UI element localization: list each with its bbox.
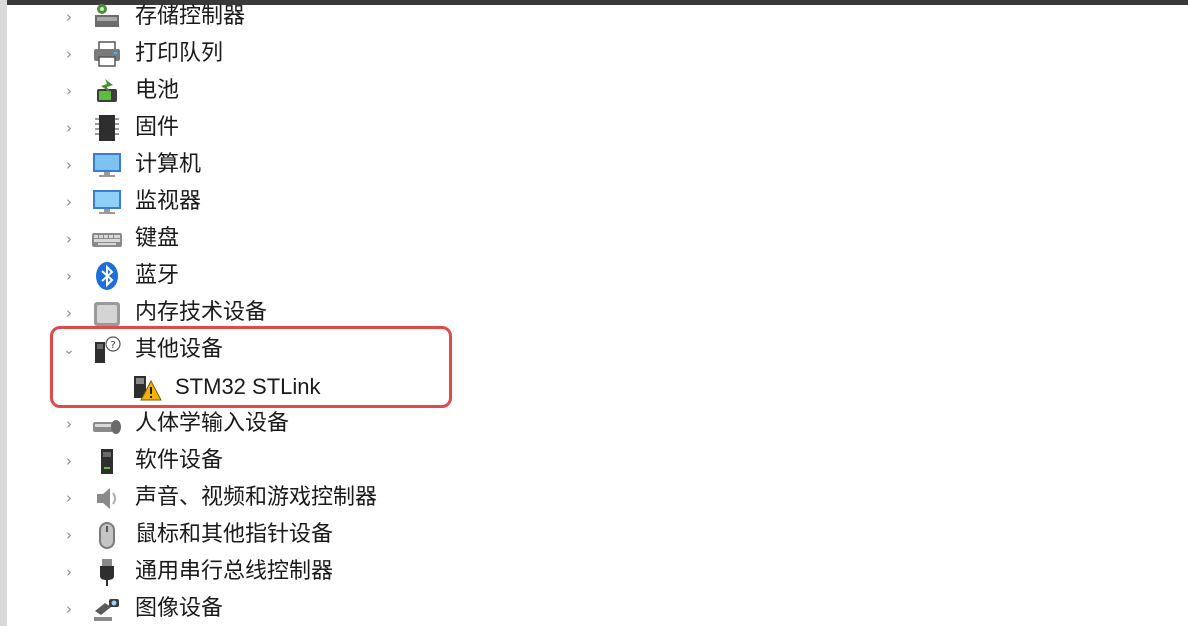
chevron-right-icon[interactable]: › xyxy=(62,600,76,618)
tree-item-keyboards[interactable]: › 键盘 xyxy=(0,220,1188,257)
printer-icon xyxy=(91,38,123,70)
chevron-right-icon[interactable]: › xyxy=(62,489,76,507)
chevron-right-icon[interactable]: › xyxy=(62,230,76,248)
chevron-right-icon[interactable]: › xyxy=(62,193,76,211)
chevron-right-icon[interactable]: › xyxy=(62,82,76,100)
tree-item-mice-pointing-devices[interactable]: › 鼠标和其他指针设备 xyxy=(0,516,1188,553)
chevron-right-icon[interactable]: › xyxy=(62,304,76,322)
computer-icon xyxy=(91,149,123,181)
tree-item-label: 存储控制器 xyxy=(135,4,246,29)
chevron-right-icon[interactable]: › xyxy=(62,156,76,174)
tree-item-batteries[interactable]: › 电池 xyxy=(0,72,1188,109)
tree-item-bluetooth[interactable]: › 蓝牙 xyxy=(0,257,1188,294)
tree-item-human-interface-devices[interactable]: › 人体学输入设备 xyxy=(0,405,1188,442)
chevron-right-icon[interactable]: › xyxy=(62,526,76,544)
tree-item-storage-controllers[interactable]: › 存储控制器 xyxy=(0,0,1188,35)
mouse-icon xyxy=(91,519,123,551)
chevron-right-icon[interactable]: › xyxy=(62,119,76,137)
tree-item-label: 鼠标和其他指针设备 xyxy=(135,522,334,547)
tree-item-label: 声音、视频和游戏控制器 xyxy=(135,485,378,510)
storage-controller-icon xyxy=(91,1,123,33)
tree-item-label: 监视器 xyxy=(135,189,202,214)
tree-item-label: 计算机 xyxy=(135,152,202,177)
tree-item-usb-controllers[interactable]: › 通用串行总线控制器 xyxy=(0,553,1188,590)
keyboard-icon xyxy=(91,223,123,255)
firmware-icon xyxy=(91,112,123,144)
monitor-icon xyxy=(91,186,123,218)
tree-item-label: 通用串行总线控制器 xyxy=(135,559,334,584)
chevron-right-icon[interactable]: › xyxy=(62,452,76,470)
tree-item-imaging-devices[interactable]: › 图像设备 xyxy=(0,590,1188,626)
tree-item-monitors[interactable]: › 监视器 xyxy=(0,183,1188,220)
tree-item-firmware[interactable]: › 固件 xyxy=(0,109,1188,146)
camera-icon xyxy=(91,593,123,625)
tree-item-label: 固件 xyxy=(135,115,180,140)
software-device-icon xyxy=(91,445,123,477)
tree-item-label: 人体学输入设备 xyxy=(135,411,290,436)
chevron-right-icon[interactable]: › xyxy=(62,563,76,581)
tree-item-label: 软件设备 xyxy=(135,448,224,473)
tree-item-label: 键盘 xyxy=(135,226,180,251)
tree-item-label: 电池 xyxy=(135,78,180,103)
chevron-right-icon[interactable]: › xyxy=(62,45,76,63)
tree-item-software-devices[interactable]: › 软件设备 xyxy=(0,442,1188,479)
tree-item-label: 内存技术设备 xyxy=(135,300,268,325)
chevron-right-icon[interactable]: › xyxy=(62,415,76,433)
tree-item-print-queues[interactable]: › 打印队列 xyxy=(0,35,1188,72)
battery-icon xyxy=(91,75,123,107)
usb-icon xyxy=(91,556,123,588)
memory-device-icon xyxy=(91,297,123,329)
chevron-right-icon[interactable]: › xyxy=(62,267,76,285)
tree-item-sound-video-game-controllers[interactable]: › 声音、视频和游戏控制器 xyxy=(0,479,1188,516)
tree-item-label: 图像设备 xyxy=(135,596,224,621)
chevron-right-icon[interactable]: › xyxy=(62,8,76,26)
tree-item-computer[interactable]: › 计算机 xyxy=(0,146,1188,183)
tree-item-label: 蓝牙 xyxy=(135,263,180,288)
speaker-icon xyxy=(91,482,123,514)
tree-item-label: 打印队列 xyxy=(135,41,224,66)
device-manager-window: › 存储控制器 › 打印队列 › 电池 › 固件 › 计算机 › 监视器 › 键… xyxy=(0,0,1188,626)
highlight-annotation-box xyxy=(50,326,452,408)
bluetooth-icon xyxy=(91,260,123,292)
hid-icon xyxy=(91,408,123,440)
